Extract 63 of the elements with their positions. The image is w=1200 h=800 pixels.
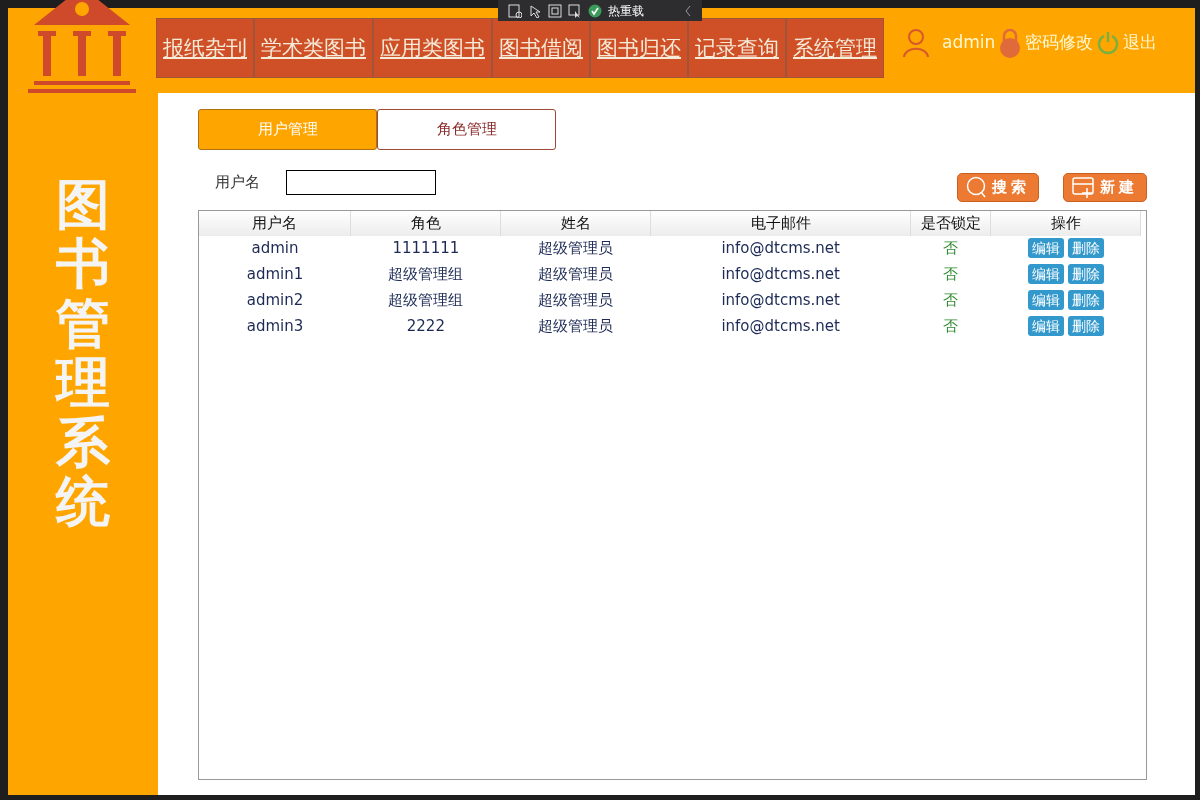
name-cell: 超级管理员 xyxy=(500,235,651,262)
username-cell-text: admin1 xyxy=(245,264,305,286)
search-icon xyxy=(966,176,988,198)
tab[interactable]: 用户管理 xyxy=(198,109,377,150)
role-cell-text: 超级管理组 xyxy=(387,264,465,286)
select-icon[interactable] xyxy=(568,3,582,18)
locked-cell-text: 否 xyxy=(942,290,960,312)
delete-button[interactable]: 删除 xyxy=(1067,290,1104,311)
locked-cell-text: 否 xyxy=(942,316,960,338)
edit-button[interactable]: 编辑 xyxy=(1027,316,1064,337)
lock-icon xyxy=(999,28,1022,58)
delete-button[interactable]: 删除 xyxy=(1067,316,1104,337)
chevron-left-icon xyxy=(684,4,692,17)
username-input-field[interactable] xyxy=(286,169,436,195)
role-cell-text: 2222 xyxy=(405,316,446,338)
delete-button[interactable]: 删除 xyxy=(1067,238,1104,259)
edit-button[interactable]: 编辑 xyxy=(1027,238,1064,259)
role-cell-text: 超级管理组 xyxy=(387,290,465,312)
column-header: 角色 xyxy=(350,211,501,236)
cursor-icon[interactable] xyxy=(528,3,542,18)
nav-item[interactable]: 应用类图书 xyxy=(373,18,492,78)
name-cell-text: 超级管理员 xyxy=(537,290,615,312)
square-icon[interactable] xyxy=(548,3,562,18)
search-button[interactable]: 搜索 xyxy=(957,172,1039,202)
column-header: 姓名 xyxy=(500,211,651,236)
inspect-icon[interactable] xyxy=(508,3,522,18)
email-cell-text: info@dtcms.net xyxy=(720,290,841,312)
role-cell: 1111111 xyxy=(350,235,501,262)
email-cell-text: info@dtcms.net xyxy=(720,264,841,286)
nav-item[interactable]: 图书借阅 xyxy=(492,18,590,78)
power-icon xyxy=(1097,31,1120,55)
column-header: 操作 xyxy=(990,211,1141,236)
email-cell-text: info@dtcms.net xyxy=(720,316,841,338)
nav-item[interactable]: 记录查询 xyxy=(688,18,786,78)
username-cell: admin xyxy=(199,235,351,262)
add-form-icon xyxy=(1072,176,1096,198)
column-header: 用户名 xyxy=(199,211,351,236)
username-label: admin xyxy=(942,31,996,55)
nav-item[interactable]: 学术类图书 xyxy=(254,18,373,78)
column-header: 是否锁定 xyxy=(910,211,991,236)
delete-button[interactable]: 删除 xyxy=(1067,264,1104,285)
new-button[interactable]: 新建 xyxy=(1063,172,1147,202)
name-cell-text: 超级管理员 xyxy=(537,264,615,286)
locked-cell: 否 xyxy=(910,235,991,262)
system-title: 图书管理系统 xyxy=(56,175,110,535)
user-icon xyxy=(902,28,930,58)
column-header: 电子邮件 xyxy=(650,211,911,236)
username-cell-text: admin2 xyxy=(245,290,305,312)
change-password-link[interactable]: 密码修改 xyxy=(1025,30,1094,56)
nav-item[interactable]: 报纸杂刊 xyxy=(156,18,254,78)
tab[interactable]: 角色管理 xyxy=(377,109,556,150)
name-cell-text: 超级管理员 xyxy=(537,316,615,338)
check-circle-icon xyxy=(588,3,602,18)
username-label: 用户名 xyxy=(215,171,260,193)
edit-button[interactable]: 编辑 xyxy=(1027,264,1064,285)
edit-button[interactable]: 编辑 xyxy=(1027,290,1064,311)
nav-item[interactable]: 系统管理 xyxy=(786,18,884,78)
hot-reload-label[interactable]: 热重载 xyxy=(608,1,644,20)
logout-link[interactable]: 退出 xyxy=(1123,30,1158,56)
locked-cell-text: 否 xyxy=(942,264,960,286)
nav-item[interactable]: 图书归还 xyxy=(590,18,688,78)
username-cell-text: admin3 xyxy=(245,316,305,338)
email-cell: info@dtcms.net xyxy=(650,235,911,262)
